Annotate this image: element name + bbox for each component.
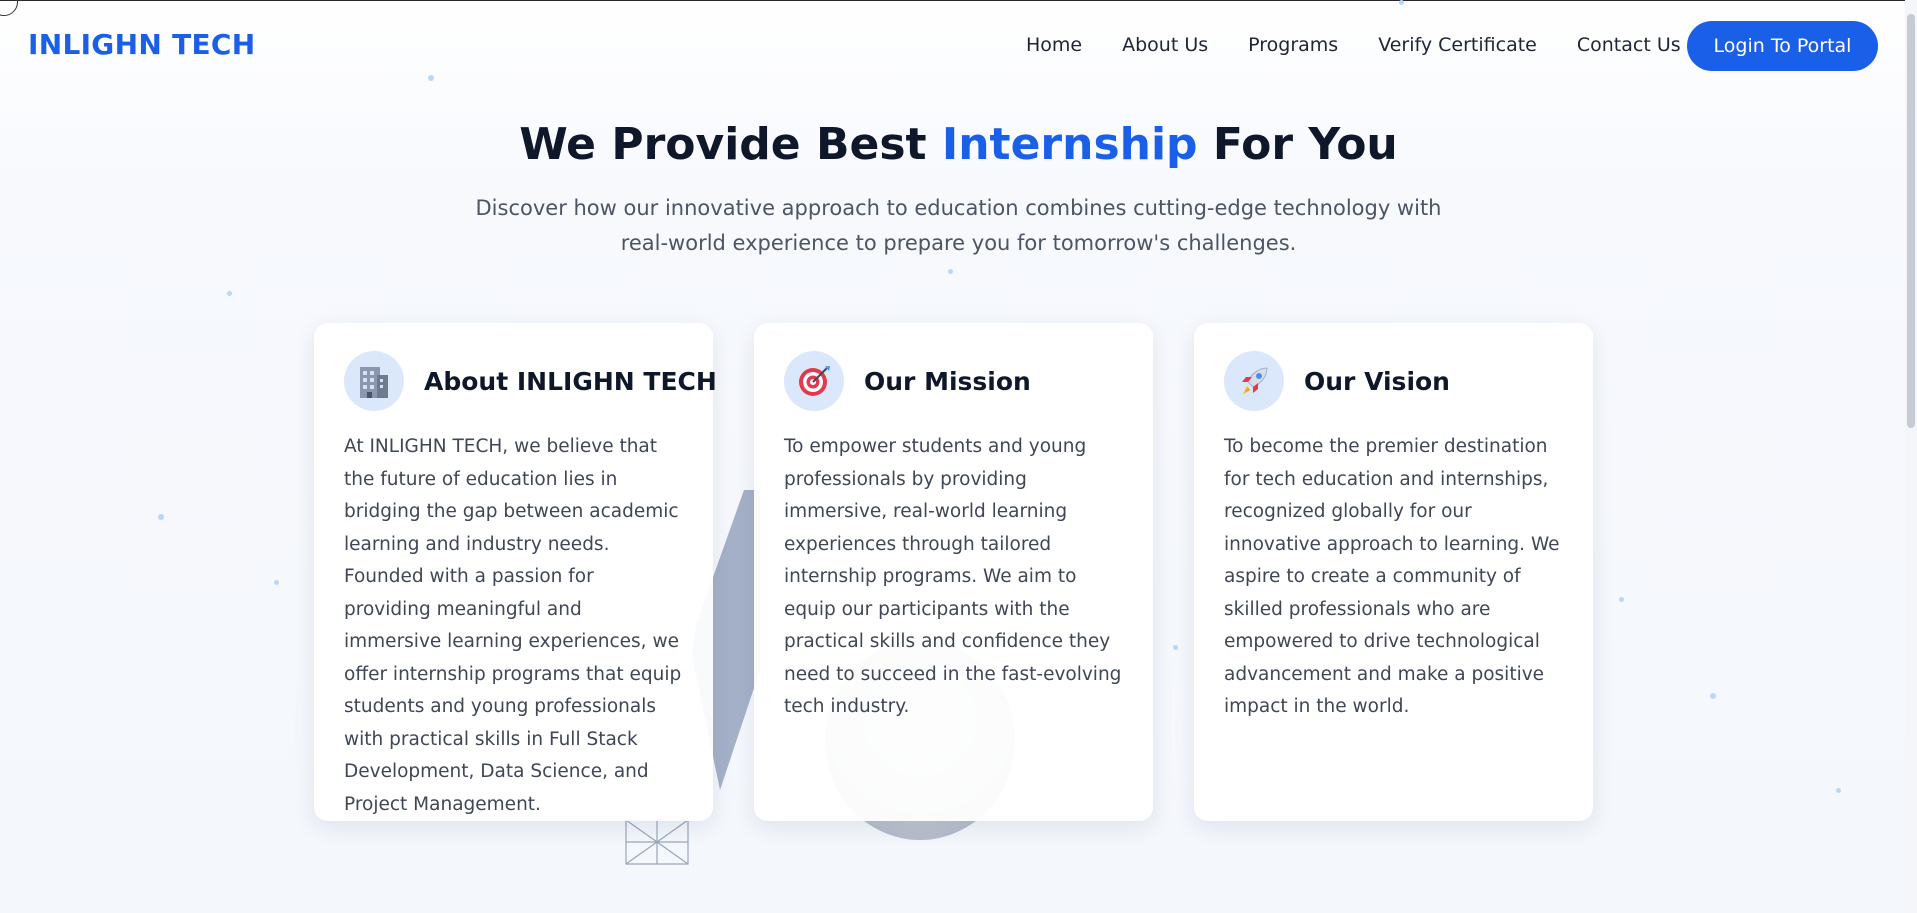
hero-subtitle: Discover how our innovative approach to … xyxy=(475,196,1442,255)
nav-link-contact-us[interactable]: Contact Us xyxy=(1577,34,1681,56)
card-header: About INLIGHN TECH xyxy=(344,351,717,411)
decorative-wireframe xyxy=(625,819,689,865)
card-header: Our Vision xyxy=(1224,351,1563,411)
navbar: INLIGHN TECH Home About Us Programs Veri… xyxy=(0,0,1917,94)
decorative-dot xyxy=(1836,788,1841,793)
nav-links: Home About Us Programs Verify Certificat… xyxy=(1026,34,1721,56)
nav-link-verify-certificate[interactable]: Verify Certificate xyxy=(1378,34,1537,56)
card-title: About INLIGHN TECH xyxy=(424,366,717,396)
card-title: Our Vision xyxy=(1304,366,1450,396)
nav-link-home[interactable]: Home xyxy=(1026,34,1082,56)
hero-title-accent: Internship xyxy=(941,119,1198,170)
nav-link-about-us[interactable]: About Us xyxy=(1122,34,1208,56)
rocket-icon xyxy=(1224,351,1284,411)
scrollbar-thumb[interactable] xyxy=(1907,14,1915,428)
card-header: Our Mission xyxy=(784,351,1123,411)
card-body: To empower students and young profession… xyxy=(784,436,1122,717)
decorative-dot xyxy=(1710,693,1716,699)
decorative-dot xyxy=(158,514,164,520)
hero-title-suffix: For You xyxy=(1197,119,1398,170)
page: INLIGHN TECH Home About Us Programs Veri… xyxy=(0,0,1917,913)
about-card: About INLIGHN TECH At INLIGHN TECH, we b… xyxy=(314,323,717,821)
hero-title: We Provide Best Internship For You xyxy=(0,119,1917,170)
card-title: Our Mission xyxy=(864,366,1031,396)
mission-card: Our Mission To empower students and youn… xyxy=(754,323,1153,821)
card-body: At INLIGHN TECH, we believe that the fut… xyxy=(344,436,682,815)
vision-card: Our Vision To become the premier destina… xyxy=(1194,323,1593,821)
decorative-dot xyxy=(274,580,279,585)
target-icon xyxy=(784,351,844,411)
site-logo[interactable]: INLIGHN TECH xyxy=(28,28,256,61)
scrollbar-track[interactable] xyxy=(1905,0,1917,913)
hero-title-prefix: We Provide Best xyxy=(519,119,942,170)
card-body: To become the premier destination for te… xyxy=(1224,436,1560,717)
nav-link-programs[interactable]: Programs xyxy=(1248,34,1338,56)
decorative-dot xyxy=(1619,597,1624,602)
decorative-dot xyxy=(1173,645,1178,650)
login-to-portal-button[interactable]: Login To Portal xyxy=(1687,21,1878,71)
office-building-icon xyxy=(344,351,404,411)
decorative-dot xyxy=(948,269,953,274)
decorative-dot xyxy=(227,291,232,296)
